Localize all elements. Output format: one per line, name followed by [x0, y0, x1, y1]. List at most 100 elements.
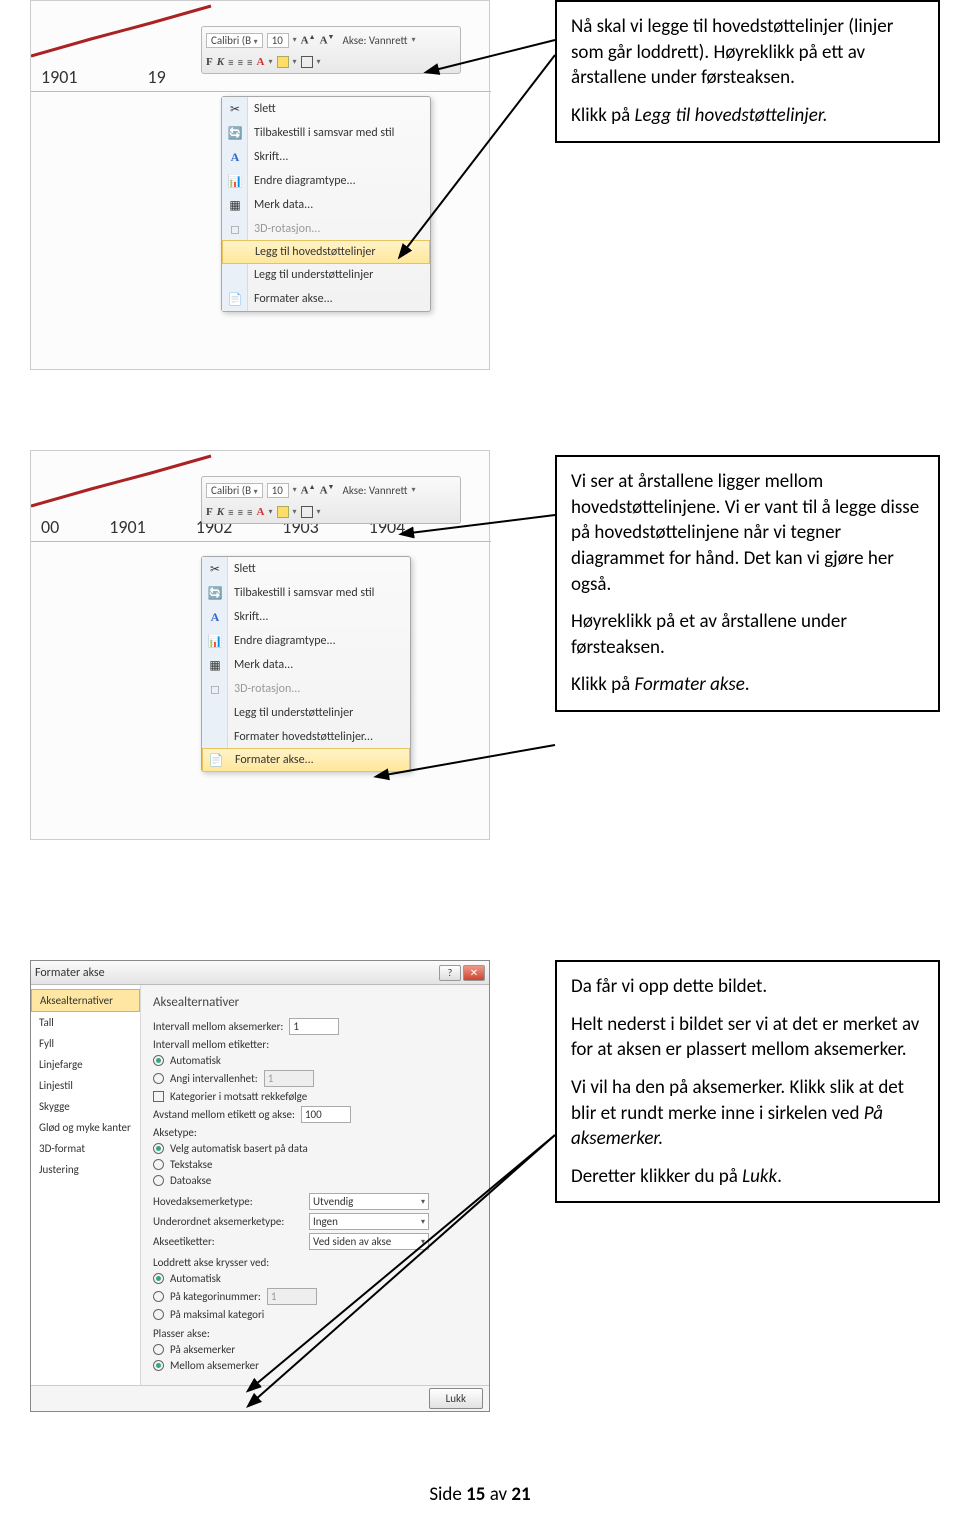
menu-format-axis[interactable]: 📄Formater akse...: [202, 748, 410, 772]
input-specify-interval: 1: [264, 1070, 314, 1087]
reset-icon: 🔄: [226, 124, 244, 142]
input-label-distance[interactable]: 100: [301, 1106, 351, 1123]
italic-icon[interactable]: K: [217, 506, 224, 518]
font-size-selector[interactable]: 10: [267, 483, 289, 498]
menu-select-data[interactable]: ▦Merk data...: [202, 653, 410, 677]
radio-on-tickmarks[interactable]: [153, 1344, 164, 1355]
menu-add-minor-gridlines[interactable]: Legg til understøttelinjer: [222, 263, 430, 287]
grow-font-icon[interactable]: A▲: [301, 33, 316, 47]
border-icon[interactable]: [301, 56, 313, 68]
properties-icon: 📄: [226, 290, 244, 308]
arrow-1: [400, 55, 560, 255]
callout-text: Deretter klikker du på Lukk.: [571, 1164, 924, 1190]
callout-text: Høyreklikk på et av årstallene under før…: [571, 609, 924, 660]
align-right-icon[interactable]: ≡: [247, 506, 252, 519]
menu-delete[interactable]: ✂Slett: [202, 557, 410, 581]
sidebar-item-justering[interactable]: Justering: [31, 1159, 140, 1180]
menu-format-major-gridlines[interactable]: Formater hovedstøttelinjer...: [202, 725, 410, 749]
cube-icon: ◻: [206, 680, 224, 698]
radio-automatic[interactable]: [153, 1055, 164, 1066]
menu-change-chart-type[interactable]: 📊Endre diagramtype...: [202, 629, 410, 653]
menu-3d-rotation: ◻3D-rotasjon...: [202, 677, 410, 701]
font-selector[interactable]: Calibri (B ▾: [206, 483, 263, 498]
menu-add-minor-gridlines[interactable]: Legg til understøttelinjer: [202, 701, 410, 725]
callout-2: Vi ser at årstallene ligger mellom hoved…: [555, 455, 940, 712]
chart-icon: 📊: [206, 632, 224, 650]
label-label-distance: Avstand mellom etikett og akse:: [153, 1108, 295, 1121]
align-left-icon[interactable]: ≡: [228, 56, 233, 69]
fill-color-icon[interactable]: [277, 506, 289, 518]
align-right-icon[interactable]: ≡: [247, 56, 252, 69]
fill-color-icon[interactable]: [277, 56, 289, 68]
font-selector[interactable]: Calibri (B ▾: [206, 33, 263, 48]
shrink-font-icon[interactable]: A▼: [320, 483, 335, 497]
dialog-sidebar: Aksealternativer Tall Fyll Linjefarge Li…: [31, 985, 141, 1385]
border-icon[interactable]: [301, 506, 313, 518]
font-icon: A: [206, 608, 224, 626]
radio-specify-interval[interactable]: [153, 1073, 164, 1084]
label-interval-labels: Intervall mellom etiketter:: [153, 1038, 269, 1051]
font-size-selector[interactable]: 10: [267, 33, 289, 48]
bold-icon[interactable]: F: [206, 56, 213, 68]
sidebar-item-glod[interactable]: Glød og myke kanter: [31, 1117, 140, 1138]
checkbox-reverse[interactable]: [153, 1091, 164, 1102]
axis-rule: [31, 541, 491, 542]
properties-icon: 📄: [207, 751, 225, 769]
radio-cross-auto[interactable]: [153, 1273, 164, 1284]
sidebar-item-tall[interactable]: Tall: [31, 1012, 140, 1033]
input-interval-ticks[interactable]: 1: [289, 1018, 339, 1035]
cube-icon: ◻: [226, 220, 244, 238]
radio-cross-category[interactable]: [153, 1291, 164, 1302]
axis-label: Akse: Vannrett: [342, 34, 407, 47]
italic-icon[interactable]: K: [217, 56, 224, 68]
align-center-icon[interactable]: ≡: [238, 56, 243, 69]
year-label: 00: [41, 516, 59, 538]
radio-between-tickmarks[interactable]: [153, 1360, 164, 1371]
sidebar-item-skygge[interactable]: Skygge: [31, 1096, 140, 1117]
menu-reset-style[interactable]: 🔄Tilbakestill i samsvar med stil: [222, 121, 430, 145]
sidebar-item-fyll[interactable]: Fyll: [31, 1033, 140, 1054]
sidebar-item-linjestil[interactable]: Linjestil: [31, 1075, 140, 1096]
menu-select-data[interactable]: ▦Merk data...: [222, 193, 430, 217]
menu-font[interactable]: ASkrift...: [202, 605, 410, 629]
arrow-2: [405, 510, 560, 540]
menu-change-chart-type[interactable]: 📊Endre diagramtype...: [222, 169, 430, 193]
callout-text: Nå skal vi legge til hovedstøttelinjer (…: [571, 14, 924, 91]
sidebar-item-linjefarge[interactable]: Linjefarge: [31, 1054, 140, 1075]
align-left-icon[interactable]: ≡: [228, 506, 233, 519]
menu-reset-style[interactable]: 🔄Tilbakestill i samsvar med stil: [202, 581, 410, 605]
sidebar-item-aksealternativer[interactable]: Aksealternativer: [31, 989, 140, 1012]
grid-icon: ▦: [206, 656, 224, 674]
help-button[interactable]: ?: [439, 965, 461, 981]
menu-3d-rotation: ◻3D-rotasjon...: [222, 217, 430, 241]
radio-axis-date[interactable]: [153, 1175, 164, 1186]
callout-text: Vi ser at årstallene ligger mellom hoved…: [571, 469, 924, 597]
scissors-icon: ✂: [226, 100, 244, 118]
radio-axis-text[interactable]: [153, 1159, 164, 1170]
close-window-button[interactable]: ✕: [463, 965, 485, 981]
radio-cross-max[interactable]: [153, 1309, 164, 1320]
grow-font-icon[interactable]: A▲: [301, 483, 316, 497]
align-center-icon[interactable]: ≡: [238, 506, 243, 519]
callout-text: Klikk på Formater akse.: [571, 672, 924, 698]
radio-axis-auto[interactable]: [153, 1143, 164, 1154]
menu-add-major-gridlines[interactable]: Legg til hovedstøttelinjer: [222, 240, 430, 264]
arrow-2b: [380, 740, 560, 780]
page-number: Side 15 av 21: [0, 1483, 960, 1506]
callout-text: Helt nederst i bildet ser vi at det er m…: [571, 1012, 924, 1063]
grid-icon: ▦: [226, 196, 244, 214]
callout-1: Nå skal vi legge til hovedstøttelinjer (…: [555, 0, 940, 143]
shrink-font-icon[interactable]: A▼: [320, 33, 335, 47]
menu-font[interactable]: ASkrift...: [222, 145, 430, 169]
menu-delete[interactable]: ✂Slett: [222, 97, 430, 121]
font-icon: A: [226, 148, 244, 166]
reset-icon: 🔄: [206, 584, 224, 602]
bold-icon[interactable]: F: [206, 506, 213, 518]
screenshot-2: 00 1901 1902 1903 1904 Calibri (B ▾ 10▾ …: [30, 450, 490, 840]
font-color-icon[interactable]: A: [257, 56, 265, 68]
label-interval-ticks: Intervall mellom aksemerker:: [153, 1020, 283, 1033]
menu-format-axis[interactable]: 📄Formater akse...: [222, 287, 430, 311]
font-color-icon[interactable]: A: [257, 506, 265, 518]
year-label: 1901: [41, 66, 78, 88]
sidebar-item-3d-format[interactable]: 3D-format: [31, 1138, 140, 1159]
